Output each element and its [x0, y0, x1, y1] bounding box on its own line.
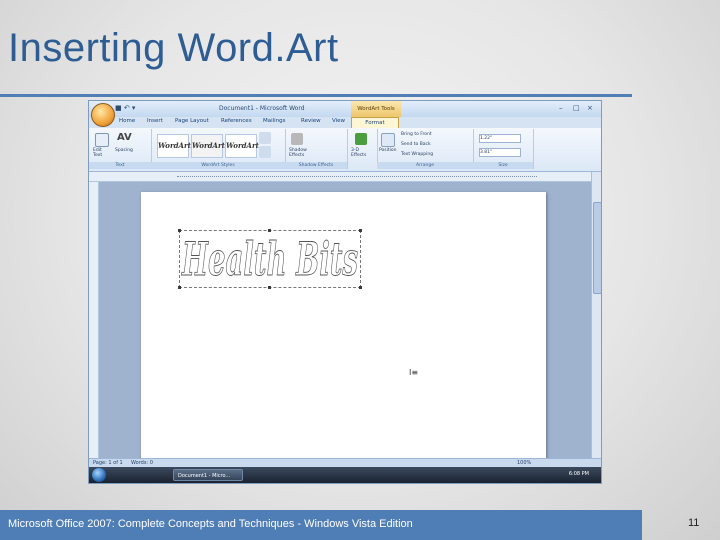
maximize-icon[interactable]: □	[573, 104, 580, 112]
edit-text-label: Edit Text	[93, 148, 103, 158]
text-group-label: Text	[89, 162, 151, 169]
tab-references[interactable]: References	[221, 118, 252, 124]
window-title: Document1 - Microsoft Word	[219, 105, 305, 112]
effects-3d-label: 3-D Effects	[351, 148, 367, 158]
wordart-style-3[interactable]: WordArt	[225, 134, 259, 158]
tab-home[interactable]: Home	[119, 118, 135, 124]
ruler-ticks	[177, 176, 537, 178]
resize-handle[interactable]	[178, 229, 181, 232]
tab-view[interactable]: View	[332, 118, 345, 124]
wordart-text: Health Bits	[181, 232, 358, 286]
zoom-level[interactable]: 100%	[517, 460, 531, 466]
vertical-scrollbar[interactable]	[591, 172, 601, 458]
horizontal-ruler[interactable]	[89, 172, 601, 182]
office-button[interactable]	[91, 103, 115, 127]
minimize-icon[interactable]: –	[559, 104, 563, 112]
window-titlebar	[89, 101, 601, 117]
taskbar-word-item[interactable]: Document1 - Micro...	[173, 469, 243, 481]
shape-outline-icon[interactable]	[259, 146, 271, 158]
taskbar: Document1 - Micro... 6:08 PM	[89, 467, 601, 483]
scroll-thumb[interactable]	[593, 202, 601, 294]
text-wrapping-button[interactable]: Text Wrapping	[401, 152, 433, 157]
wordart-style-2[interactable]: WordArt	[191, 134, 225, 158]
vertical-ruler[interactable]	[89, 182, 99, 458]
spacing-label: Spacing	[115, 148, 133, 153]
tab-mailings[interactable]: Mailings	[263, 118, 286, 124]
wordart-object[interactable]: Health Bits	[178, 229, 362, 289]
footer-text: Microsoft Office 2007: Complete Concepts…	[8, 518, 413, 530]
contextual-tab-group: WordArt Tools	[351, 101, 401, 117]
effects-3d-group: 3-D Effects	[347, 129, 378, 169]
position-icon[interactable]	[381, 133, 395, 147]
height-field[interactable]: 1.22"	[479, 134, 521, 143]
word-screenshot: ■ ↶ ▾ Document1 - Microsoft Word WordArt…	[88, 100, 602, 484]
start-button[interactable]	[92, 468, 106, 482]
quick-access-toolbar[interactable]: ■ ↶ ▾	[115, 104, 135, 112]
wordart-style-1[interactable]: WordArt	[157, 134, 191, 158]
position-label: Position	[379, 148, 397, 153]
shadow-effects-label: Shadow Effects	[289, 148, 307, 158]
arrange-group-label: Arrange	[377, 162, 473, 169]
resize-handle[interactable]	[268, 286, 271, 289]
footer-bar: Microsoft Office 2007: Complete Concepts…	[0, 510, 642, 540]
text-group: Edit Text AV Spacing Text	[89, 129, 152, 169]
shadow-effects-icon[interactable]	[291, 133, 303, 145]
clock: 6:08 PM	[568, 471, 589, 477]
shadow-effects-group-label: Shadow Effects	[285, 162, 347, 169]
resize-handle[interactable]	[359, 286, 362, 289]
resize-handle[interactable]	[178, 286, 181, 289]
size-group-label: Size	[473, 162, 533, 169]
resize-handle[interactable]	[268, 229, 271, 232]
document-workspace: Health Bits I≡	[99, 182, 591, 462]
shadow-effects-group: Shadow Effects Shadow Effects	[285, 129, 348, 169]
ribbon-tabs: Home Insert Page Layout References Maili…	[89, 117, 601, 129]
shape-fill-icon[interactable]	[259, 132, 271, 144]
size-group: 1.22" 3.81" Size	[473, 129, 534, 169]
i-beam-cursor-icon: I≡	[409, 368, 419, 377]
wordart-styles-group: WordArt WordArt WordArt WordArt Styles	[151, 129, 286, 169]
arrange-group: Position Bring to Front Send to Back Tex…	[377, 129, 474, 169]
resize-handle[interactable]	[359, 229, 362, 232]
edit-text-icon[interactable]	[95, 133, 109, 147]
wordart-graphic: Health Bits	[180, 232, 358, 287]
spacing-icon[interactable]: AV	[117, 132, 132, 144]
tab-page-layout[interactable]: Page Layout	[175, 118, 209, 124]
send-to-back-button[interactable]: Send to Back	[401, 142, 431, 147]
slide-title: Inserting Word.Art	[8, 26, 339, 70]
tab-review[interactable]: Review	[301, 118, 321, 124]
bring-to-front-button[interactable]: Bring to Front	[401, 132, 432, 137]
tab-insert[interactable]: Insert	[147, 118, 163, 124]
close-icon[interactable]: ×	[587, 104, 593, 112]
document-page[interactable]: Health Bits I≡	[141, 192, 546, 462]
word-count[interactable]: Words: 0	[131, 460, 153, 466]
slide-number: 11	[688, 517, 700, 529]
ribbon: Edit Text AV Spacing Text WordArt WordAr…	[89, 128, 601, 172]
effects-3d-icon[interactable]	[355, 133, 367, 145]
width-field[interactable]: 3.81"	[479, 148, 521, 157]
wordart-styles-label: WordArt Styles	[151, 162, 285, 169]
title-underline	[0, 94, 632, 97]
page-count[interactable]: Page: 1 of 1	[93, 460, 123, 466]
